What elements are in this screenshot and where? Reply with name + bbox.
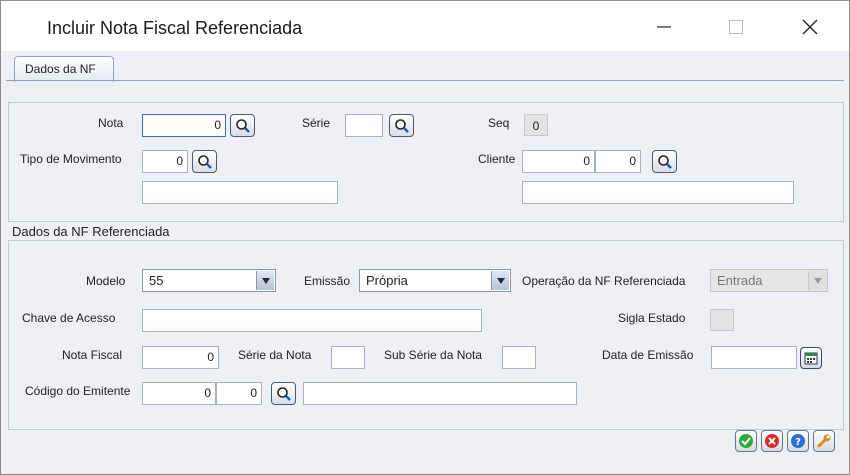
- sigla-estado-field: [710, 309, 734, 331]
- chave-acesso-label: Chave de Acesso: [22, 311, 116, 325]
- nota-fiscal-label: Nota Fiscal: [62, 348, 123, 362]
- sub-serie-label: Sub Série da Nota: [384, 348, 483, 362]
- chevron-down-icon: [256, 271, 274, 290]
- operacao-label: Operação da NF Referenciada: [522, 274, 686, 288]
- modelo-label: Modelo: [86, 274, 126, 288]
- serie-field[interactable]: [345, 114, 383, 137]
- tipo-movimento-description: [142, 181, 338, 204]
- serie-label: Série: [302, 116, 331, 130]
- sigla-estado-label: Sigla Estado: [618, 311, 686, 325]
- search-icon: [197, 154, 212, 169]
- codigo-emitente-description: [303, 382, 577, 405]
- maximize-icon: [729, 20, 743, 34]
- tab-dados-nf[interactable]: Dados da NF: [14, 56, 114, 82]
- cliente-code-field[interactable]: 0: [522, 150, 595, 173]
- calendar-button[interactable]: [800, 347, 822, 369]
- emissao-label: Emissão: [304, 274, 351, 288]
- nota-field[interactable]: 0: [142, 114, 226, 137]
- chave-acesso-field[interactable]: [142, 309, 482, 332]
- emissao-select[interactable]: Própria: [359, 269, 511, 292]
- nota-fiscal-field[interactable]: 0: [142, 346, 219, 369]
- tab-divider: [6, 80, 844, 81]
- title-bar: Incluir Nota Fiscal Referenciada: [1, 1, 849, 51]
- search-icon: [276, 386, 291, 401]
- close-button[interactable]: [787, 9, 833, 45]
- referenciada-section-title: Dados da NF Referenciada: [8, 224, 174, 239]
- tipo-movimento-label: Tipo de Movimento: [20, 152, 122, 166]
- nota-search-button[interactable]: [230, 114, 255, 137]
- chevron-down-icon: [808, 271, 826, 290]
- serie-nota-label: Série da Nota: [238, 348, 312, 362]
- nota-label: Nota: [98, 116, 124, 130]
- tools-button[interactable]: [813, 430, 835, 452]
- help-button[interactable]: ?: [787, 430, 809, 452]
- tab-label: Dados da NF: [25, 62, 96, 76]
- minimize-button[interactable]: [641, 9, 687, 45]
- seq-label: Seq: [488, 116, 510, 130]
- dados-nf-group: [8, 102, 844, 222]
- ok-icon: [739, 434, 753, 448]
- svg-text:?: ?: [795, 437, 801, 448]
- modelo-value: 55: [149, 273, 164, 288]
- minimize-icon: [657, 26, 671, 28]
- operacao-select: Entrada: [710, 269, 828, 292]
- help-icon: ?: [791, 434, 805, 448]
- ok-button[interactable]: [735, 430, 757, 452]
- cliente-label: Cliente: [478, 152, 516, 166]
- chevron-down-icon: [491, 271, 509, 290]
- search-icon: [657, 154, 672, 169]
- cliente-loja-field[interactable]: 0: [595, 150, 641, 173]
- close-icon: [802, 19, 818, 35]
- serie-nota-field[interactable]: [331, 346, 365, 369]
- serie-search-button[interactable]: [389, 114, 414, 137]
- codigo-emitente-search-button[interactable]: [271, 382, 296, 405]
- codigo-emitente-loja-field[interactable]: 0: [216, 382, 262, 405]
- data-emissao-field[interactable]: [711, 346, 797, 369]
- sub-serie-field[interactable]: [502, 346, 536, 369]
- codigo-emitente-label: Código do Emitente: [25, 384, 131, 398]
- modelo-select[interactable]: 55: [142, 269, 276, 292]
- operacao-value: Entrada: [717, 273, 763, 288]
- cancel-button[interactable]: [761, 430, 783, 452]
- search-icon: [394, 118, 409, 133]
- cliente-search-button[interactable]: [652, 150, 677, 173]
- calendar-icon: [804, 352, 818, 365]
- emissao-value: Própria: [366, 273, 408, 288]
- tipo-movimento-search-button[interactable]: [192, 150, 217, 173]
- tipo-movimento-field[interactable]: 0: [142, 150, 188, 173]
- codigo-emitente-field[interactable]: 0: [142, 382, 216, 405]
- tab-strip: Dados da NF: [1, 51, 849, 82]
- data-emissao-label: Data de Emissão: [602, 348, 694, 362]
- cancel-icon: [765, 434, 779, 448]
- cliente-description: [522, 181, 794, 204]
- search-icon: [235, 118, 250, 133]
- maximize-button[interactable]: [713, 9, 759, 45]
- wrench-icon: [817, 434, 831, 448]
- window-title: Incluir Nota Fiscal Referenciada: [47, 18, 303, 38]
- seq-value: 0: [524, 114, 548, 136]
